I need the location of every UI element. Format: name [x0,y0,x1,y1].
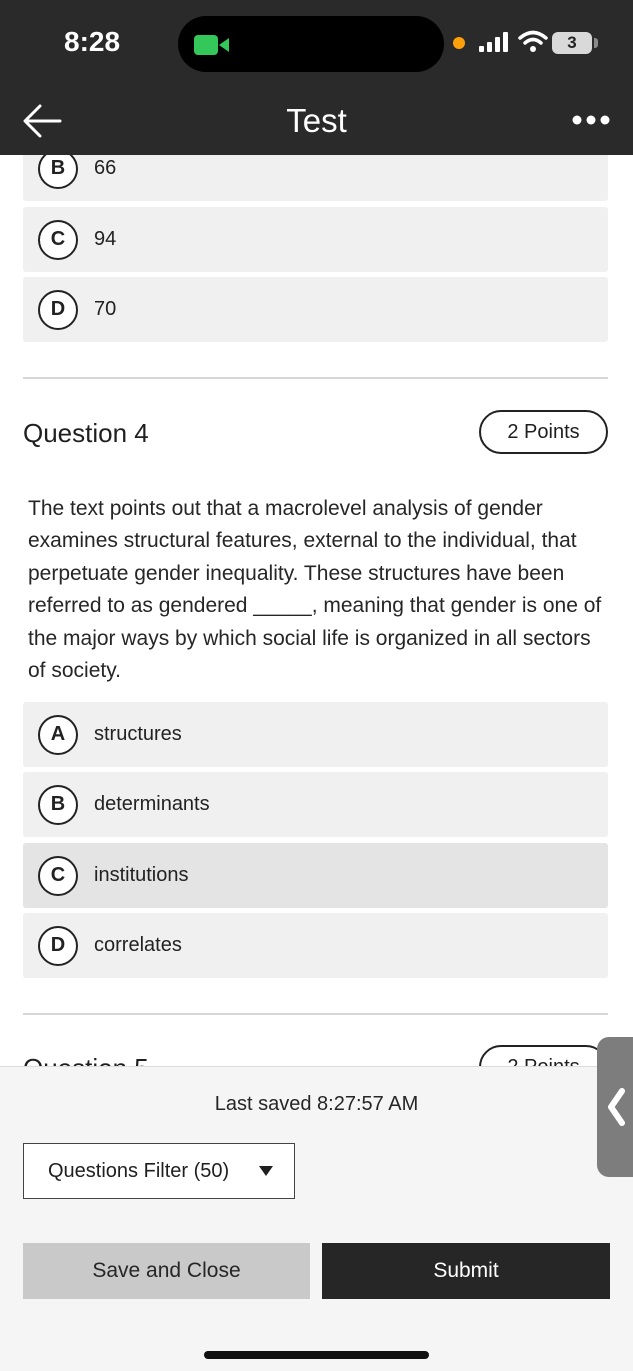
question-4-text: The text points out that a macrolevel an… [28,497,602,683]
test-content[interactable]: B 66 C 94 D 70 Question 4 2 Points The t… [0,155,633,1067]
battery-tip [594,38,598,48]
question-divider [23,1013,608,1015]
q3-option-b[interactable]: B 66 [23,155,608,201]
option-letter: B [38,785,78,825]
video-camera-icon [194,35,229,55]
question-4-points-badge: 2 Points [479,410,608,454]
home-indicator [204,1351,429,1359]
question-5-title: Question 5 [23,1053,149,1067]
side-drawer-tab[interactable] [597,1037,633,1177]
questions-filter-label: Questions Filter (50) [48,1160,230,1182]
save-and-close-button[interactable]: Save and Close [23,1243,310,1299]
battery-icon: 3 [552,32,592,54]
q4-option-c[interactable]: C institutions [23,843,608,908]
option-letter: D [38,926,78,966]
option-text: determinants [94,793,210,815]
option-letter: B [38,155,78,189]
option-letter: C [38,220,78,260]
last-saved-status: Last saved 8:27:57 AM [214,1093,419,1115]
cellular-signal-icon [479,32,508,52]
option-text: 94 [94,228,117,250]
test-footer: Last saved 8:27:57 AM Questions Filter (… [0,1066,633,1371]
wifi-icon [518,30,548,52]
caret-down-icon [259,1166,273,1176]
question-divider [23,377,608,379]
option-text: institutions [94,864,189,886]
question-4-title: Question 4 [23,418,149,448]
questions-filter-dropdown[interactable]: Questions Filter (50) [23,1143,295,1199]
option-letter: C [38,856,78,896]
q4-option-a[interactable]: A structures [23,702,608,767]
page-title: Test [286,102,347,139]
option-text: 70 [94,298,117,320]
question-5-points-badge: 2 Points [479,1045,608,1067]
chevron-left-icon [608,1088,625,1126]
recording-dot-icon [453,37,465,49]
dynamic-island [178,16,444,72]
submit-button[interactable]: Submit [322,1243,610,1299]
q4-option-d[interactable]: D correlates [23,913,608,978]
app-header: 8:28 3 Test [0,0,633,155]
more-options-icon[interactable] [572,113,610,127]
option-text: correlates [94,934,182,956]
option-letter: D [38,290,78,330]
option-text: structures [94,723,182,745]
q4-option-b[interactable]: B determinants [23,772,608,837]
option-letter: A [38,715,78,755]
q3-option-d[interactable]: D 70 [23,277,608,342]
status-time: 8:28 [64,26,121,57]
option-text: 66 [94,157,117,179]
q3-option-c[interactable]: C 94 [23,207,608,272]
